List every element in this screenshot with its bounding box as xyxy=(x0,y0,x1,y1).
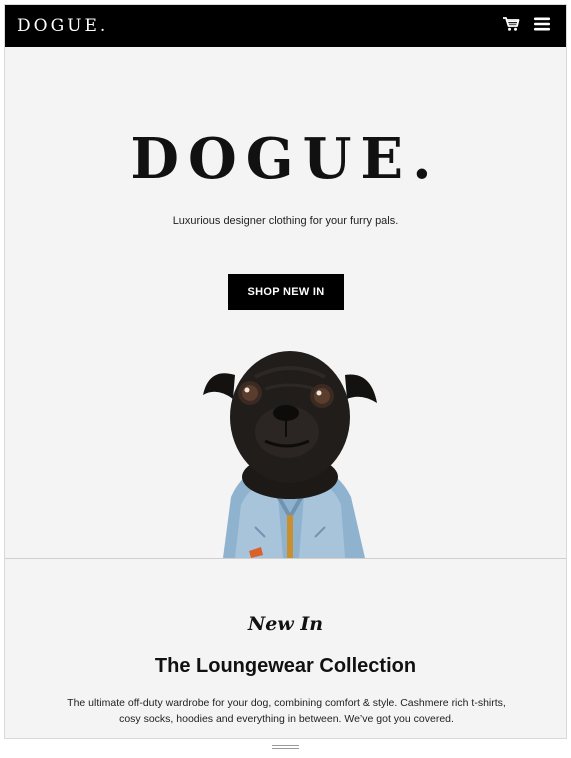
nav-logo[interactable]: DOGUE. xyxy=(17,16,108,36)
shop-new-in-button[interactable]: SHOP NEW IN xyxy=(228,274,344,310)
scroll-handle[interactable] xyxy=(272,745,299,751)
browser-viewport: DOGUE. DOGUE. Luxurious designer clothin… xyxy=(4,4,567,739)
nav-icons xyxy=(502,16,550,37)
hero-tagline: Luxurious designer clothing for your fur… xyxy=(172,215,399,227)
description-line-1: The ultimate off-duty wardrobe for your … xyxy=(67,697,506,709)
collection-description: The ultimate off-duty wardrobe for your … xyxy=(25,695,548,727)
top-navbar: DOGUE. xyxy=(5,5,566,47)
hero-logo: DOGUE. xyxy=(130,126,441,192)
menu-icon[interactable] xyxy=(534,17,550,36)
collection-title: The Loungewear Collection xyxy=(154,655,417,677)
cart-icon[interactable] xyxy=(502,16,520,37)
description-line-2: cosy socks, hoodies and everything in be… xyxy=(119,713,454,725)
section-eyebrow: New In xyxy=(247,613,324,635)
section-divider xyxy=(5,558,566,559)
hero-section: DOGUE. Luxurious designer clothing for y… xyxy=(5,47,566,558)
pug-image xyxy=(203,351,377,558)
